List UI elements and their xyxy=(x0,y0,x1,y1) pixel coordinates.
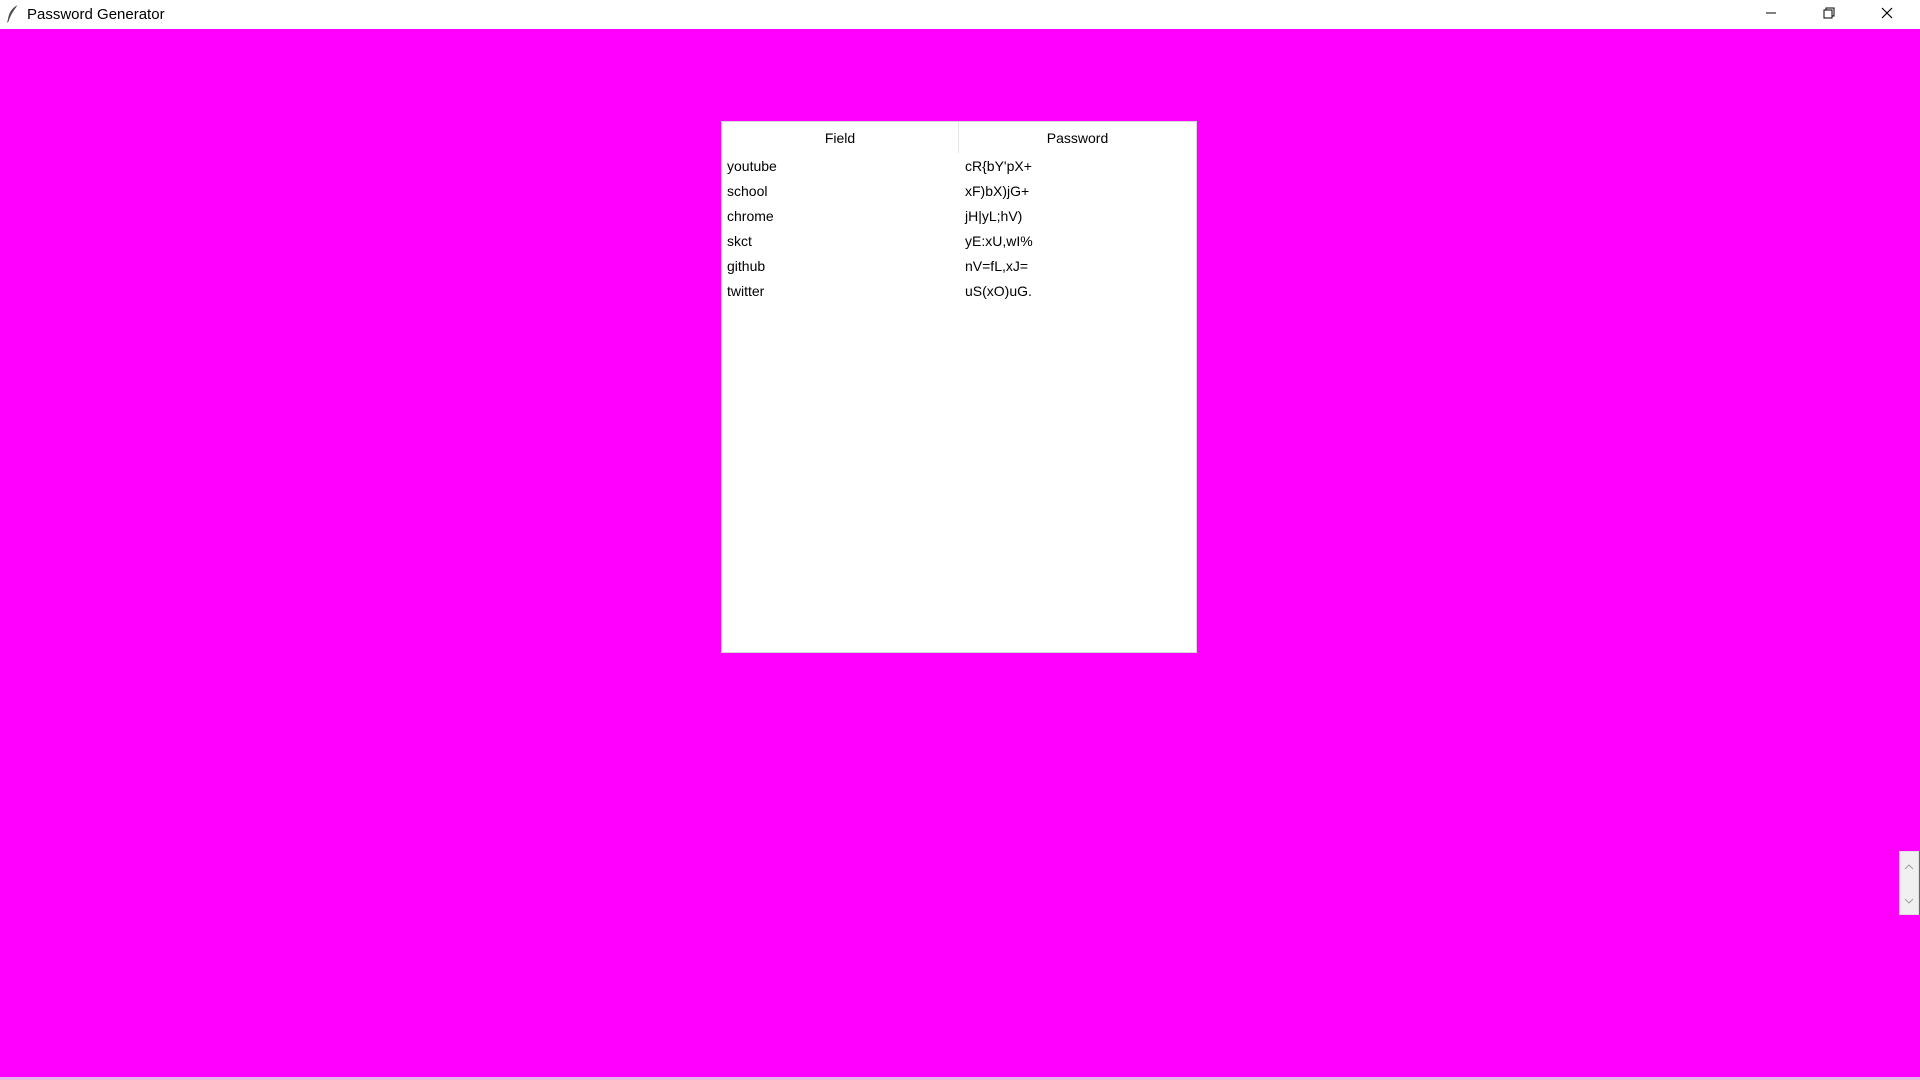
close-icon xyxy=(1881,6,1893,24)
field-cell: twitter xyxy=(727,282,765,299)
field-cell: github xyxy=(727,257,766,274)
password-cell: yE:xU,wI% xyxy=(965,232,1033,249)
title-bar: Password Generator xyxy=(0,0,1920,29)
maximize-button[interactable] xyxy=(1800,0,1858,29)
password-cell: uS(xO)uG. xyxy=(965,282,1032,299)
field-cell: youtube xyxy=(727,157,777,174)
field-cell: school xyxy=(727,182,768,199)
column-header-field[interactable]: Field xyxy=(722,122,959,153)
chevron-down-icon xyxy=(1904,891,1914,909)
table-row[interactable]: chrome jH|yL;hV) xyxy=(722,203,1196,228)
table-row[interactable]: github nV=fL,xJ= xyxy=(722,253,1196,278)
password-cell: cR{bY'pX+ xyxy=(965,157,1032,174)
password-cell: xF)bX)jG+ xyxy=(965,182,1030,199)
close-button[interactable] xyxy=(1858,0,1916,29)
vertical-scrollbar[interactable] xyxy=(1899,851,1919,915)
password-cell: jH|yL;hV) xyxy=(965,207,1023,224)
scroll-up-button[interactable] xyxy=(1900,857,1918,875)
table-header: Field Password xyxy=(722,122,1196,153)
minimize-icon xyxy=(1765,6,1777,24)
minimize-button[interactable] xyxy=(1742,0,1800,29)
restore-icon xyxy=(1823,6,1835,24)
window-title: Password Generator xyxy=(27,6,165,23)
table-row[interactable]: school xF)bX)jG+ xyxy=(722,178,1196,203)
table-row[interactable]: skct yE:xU,wI% xyxy=(722,228,1196,253)
table-row[interactable]: youtube cR{bY'pX+ xyxy=(722,153,1196,178)
feather-icon xyxy=(6,4,20,24)
scroll-down-button[interactable] xyxy=(1900,891,1918,909)
password-table[interactable]: Field Password youtube cR{bY'pX+ school … xyxy=(721,121,1197,653)
field-cell: skct xyxy=(727,232,752,249)
table-body: youtube cR{bY'pX+ school xF)bX)jG+ chrom… xyxy=(722,153,1196,303)
table-row[interactable]: twitter uS(xO)uG. xyxy=(722,278,1196,303)
password-cell: nV=fL,xJ= xyxy=(965,257,1029,274)
column-header-password[interactable]: Password xyxy=(959,122,1196,153)
chevron-up-icon xyxy=(1904,857,1914,875)
main-window-area: Field Password youtube cR{bY'pX+ school … xyxy=(0,29,1920,1080)
field-cell: chrome xyxy=(727,207,774,224)
